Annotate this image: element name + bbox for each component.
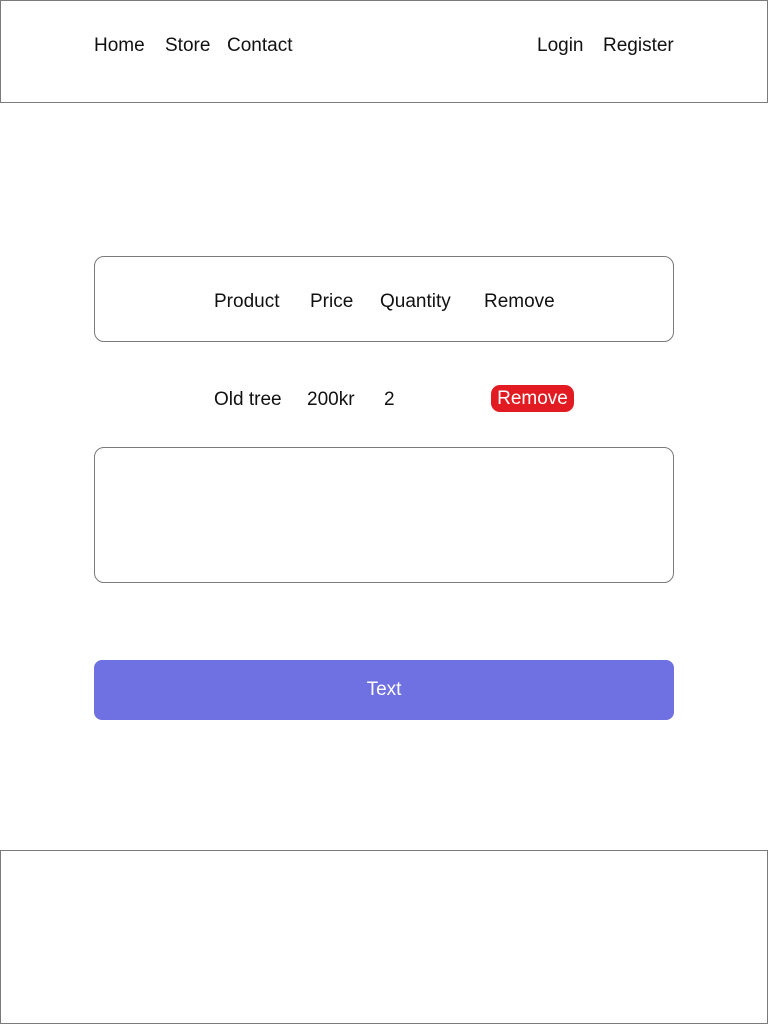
nav-register-link[interactable]: Register — [603, 34, 674, 58]
column-header-remove: Remove — [484, 291, 555, 312]
column-header-quantity: Quantity — [380, 291, 451, 312]
column-header-price: Price — [310, 291, 354, 312]
cart-row-price: 200kr — [307, 389, 355, 410]
primary-action-button[interactable]: Text — [94, 660, 674, 720]
remove-item-button[interactable]: Remove — [491, 385, 574, 412]
cart-row-quantity: 2 — [384, 389, 395, 410]
text-area-box[interactable] — [94, 447, 674, 583]
nav-store-link[interactable]: Store — [165, 34, 210, 58]
nav-contact-link[interactable]: Contact — [227, 34, 292, 58]
footer — [0, 850, 768, 1024]
column-header-product: Product — [214, 291, 280, 312]
nav-home-link[interactable]: Home — [94, 34, 145, 58]
top-navigation-bar: Home Store Contact Login Register — [0, 0, 768, 103]
nav-login-link[interactable]: Login — [537, 34, 584, 58]
cart-row-product: Old tree — [214, 389, 282, 410]
